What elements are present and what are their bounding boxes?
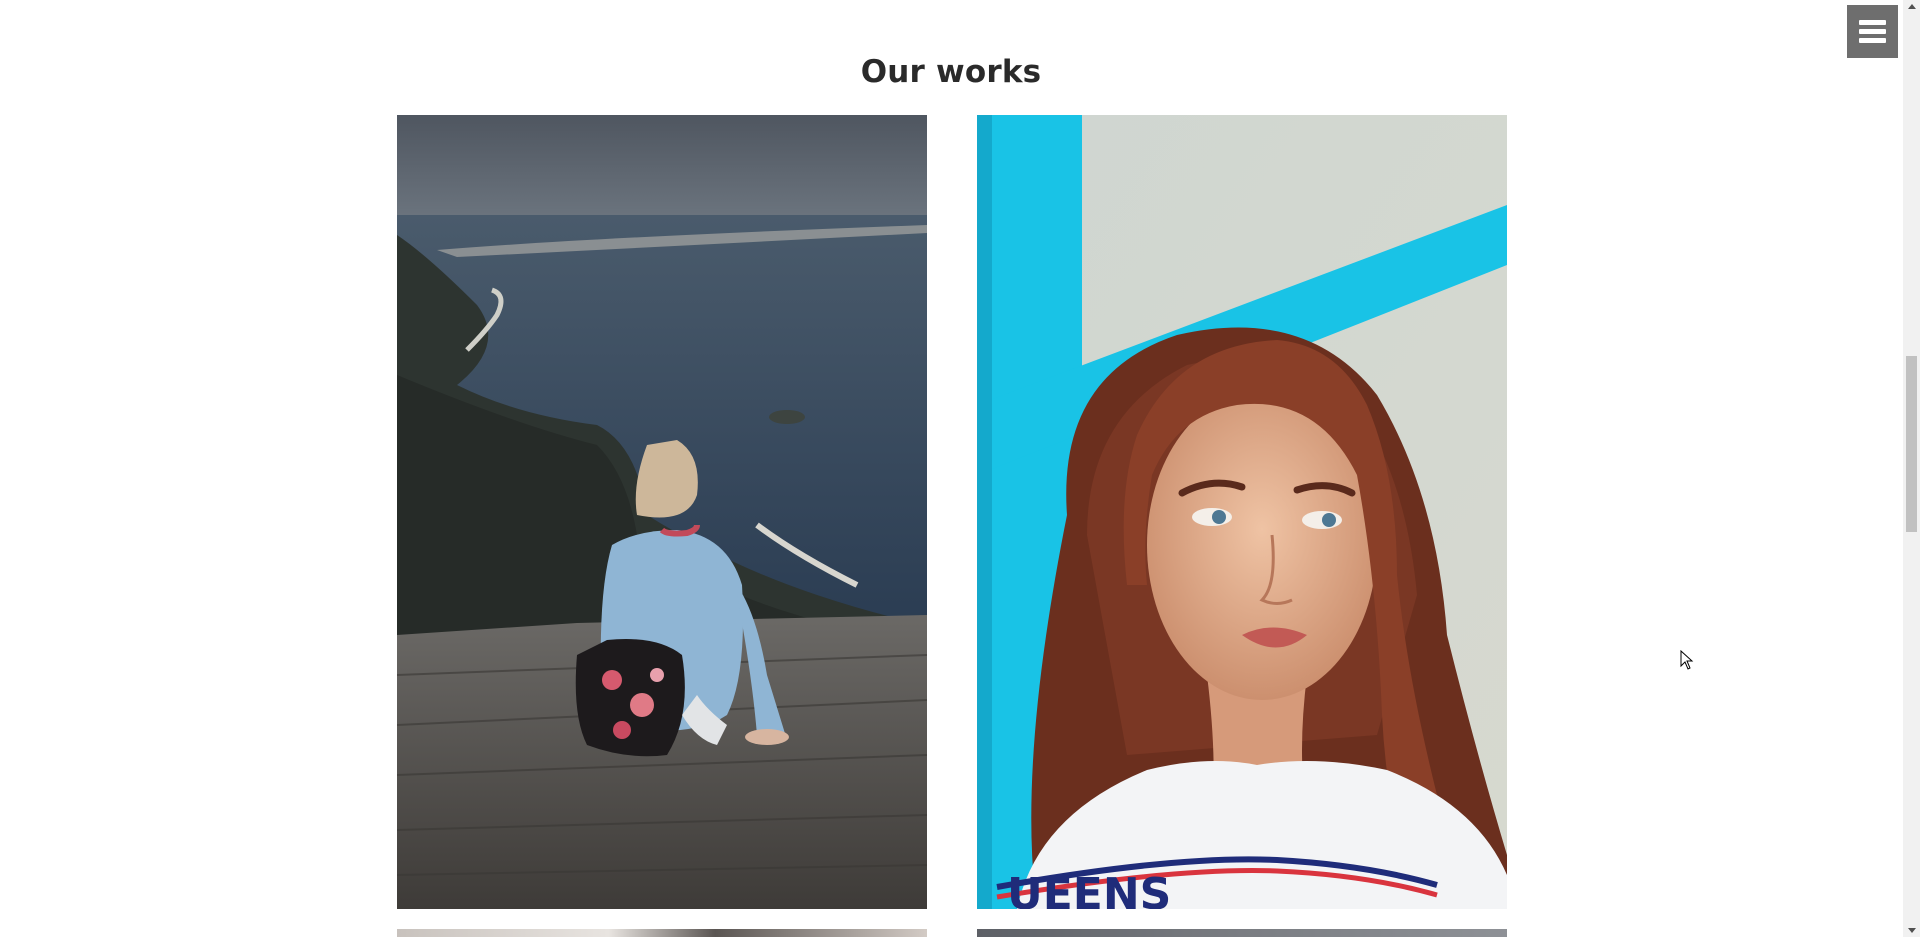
page: Our works UEENS [0,0,1920,937]
works-gallery: UEENS [0,0,1902,937]
cliff-photo-image [397,115,927,909]
hamburger-menu-icon [1859,20,1886,25]
scroll-down-arrow-icon[interactable] [1903,923,1920,937]
gallery-photo-portrait[interactable]: UEENS [977,115,1507,909]
row3-right-image [977,929,1507,937]
gallery-photo-row3-right[interactable] [977,929,1507,937]
vertical-scrollbar[interactable] [1903,0,1920,937]
portrait-photo-image: UEENS [977,115,1507,909]
mouse-cursor-icon [1680,650,1694,670]
gallery-photo-cliff[interactable] [397,115,927,909]
hamburger-bar [1859,38,1886,43]
hamburger-bar [1859,29,1886,34]
menu-toggle-button[interactable] [1847,5,1898,58]
gallery-photo-row3-left[interactable] [397,929,927,937]
shirt-lettering: UEENS [1007,869,1171,909]
scrollbar-thumb[interactable] [1906,356,1917,532]
scroll-up-arrow-icon[interactable] [1903,0,1920,14]
row3-left-image [397,929,927,937]
